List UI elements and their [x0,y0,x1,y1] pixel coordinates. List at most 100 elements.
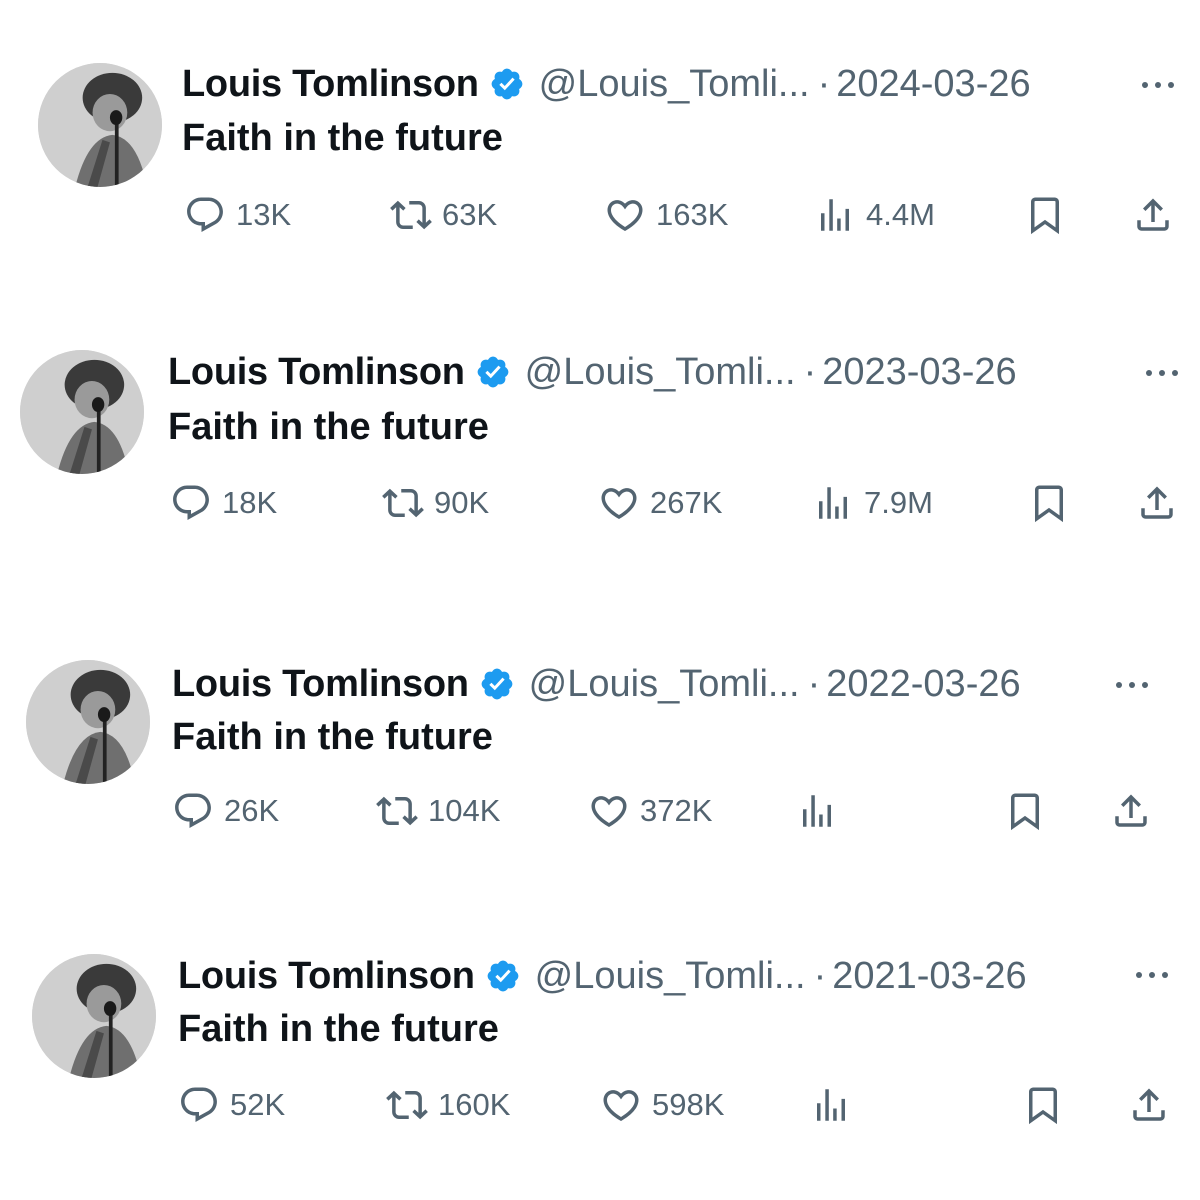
views-count: 7.9M [864,485,933,520]
tweet-text: Faith in the future [178,1008,499,1050]
tweet-text: Faith in the future [172,716,493,758]
more-options-icon[interactable] [1144,366,1184,380]
share-icon [1115,794,1147,827]
author-name[interactable]: Louis Tomlinson [178,955,475,998]
share-button[interactable] [1110,786,1152,836]
separator: · [817,62,831,105]
tweet-date[interactable]: 2023-03-26 [822,351,1016,394]
reply-button[interactable]: 26K [172,786,279,836]
reply-button[interactable]: 13K [184,190,291,240]
author-name[interactable]: Louis Tomlinson [172,663,469,706]
verified-badge-icon [491,68,523,100]
repost-count: 160K [438,1087,511,1122]
views-icon [819,487,847,519]
bookmark-icon [1035,485,1063,523]
like-count: 372K [640,793,713,828]
separator: · [807,662,821,705]
action-bar: 26K 104K 372K [0,786,1200,836]
tweet[interactable]: Louis Tomlinson @Louis_Tomli... · 2021-0… [0,890,1200,1180]
repost-count: 63K [442,197,498,232]
share-button[interactable] [1128,1080,1170,1130]
avatar[interactable] [32,954,156,1078]
more-options-icon[interactable] [1114,678,1154,692]
reply-icon [173,485,209,520]
share-icon [1133,1088,1165,1121]
repost-count: 90K [434,485,490,520]
verified-badge-icon [487,960,519,992]
verified-badge-icon [477,356,509,388]
repost-button[interactable]: 104K [376,786,500,836]
tweet-text: Faith in the future [168,406,489,448]
author-name[interactable]: Louis Tomlinson [182,63,479,106]
repost-icon [386,1090,428,1120]
reply-button[interactable]: 18K [170,478,277,528]
reply-button[interactable]: 52K [178,1080,285,1130]
tweet-text: Faith in the future [182,117,503,159]
reply-icon [187,197,223,232]
action-bar: 52K 160K 598K [0,1080,1200,1130]
share-icon [1137,198,1169,231]
action-bar: 18K 90K 267K 7.9M [0,478,1200,528]
like-button[interactable]: 598K [600,1080,724,1130]
reply-icon [175,793,211,828]
repost-icon [390,200,432,230]
reply-count: 18K [222,485,278,520]
repost-button[interactable]: 90K [382,478,489,528]
tweet[interactable]: Louis Tomlinson @Louis_Tomli... · 2022-0… [0,600,1200,890]
tweet[interactable]: Louis Tomlinson @Louis_Tomli... · 2023-0… [0,290,1200,580]
share-button[interactable] [1136,478,1178,528]
tweet-date[interactable]: 2022-03-26 [826,663,1020,706]
avatar[interactable] [26,660,150,784]
like-count: 163K [656,197,729,232]
views-icon [817,1089,845,1121]
bookmark-icon [1029,1087,1057,1125]
author-name[interactable]: Louis Tomlinson [168,351,465,394]
repost-icon [382,488,424,518]
avatar[interactable] [20,350,144,474]
author-handle[interactable]: @Louis_Tomli... [529,663,800,706]
like-button[interactable]: 163K [604,190,728,240]
repost-count: 104K [428,793,501,828]
views-icon [821,199,849,231]
like-count: 598K [652,1087,725,1122]
reply-count: 26K [224,793,280,828]
avatar[interactable] [38,63,162,187]
views-button[interactable] [810,1080,862,1130]
like-button[interactable]: 372K [588,786,712,836]
bookmark-button[interactable] [1022,1080,1064,1130]
reply-count: 13K [236,197,292,232]
tweet-date[interactable]: 2024-03-26 [836,63,1030,106]
bookmark-icon [1011,793,1039,831]
views-button[interactable]: 7.9M [812,478,933,528]
bookmark-button[interactable] [1024,190,1066,240]
more-options-icon[interactable] [1134,968,1174,982]
author-handle[interactable]: @Louis_Tomli... [535,955,806,998]
author-handle[interactable]: @Louis_Tomli... [525,351,796,394]
more-options-icon[interactable] [1140,78,1180,92]
views-count: 4.4M [866,197,935,232]
views-icon [803,795,831,827]
like-icon [603,1090,639,1122]
repost-button[interactable]: 160K [386,1080,510,1130]
views-button[interactable]: 4.4M [814,190,935,240]
reply-icon [181,1087,217,1122]
bookmark-button[interactable] [1004,786,1046,836]
bookmark-icon [1031,197,1059,235]
share-icon [1141,486,1173,519]
repost-button[interactable]: 63K [390,190,497,240]
like-icon [591,796,627,828]
verified-badge-icon [481,668,513,700]
like-button[interactable]: 267K [598,478,722,528]
reply-count: 52K [230,1087,286,1122]
separator: · [813,954,827,997]
action-bar: 13K 63K 163K 4.4M [0,190,1200,240]
views-button[interactable] [796,786,848,836]
like-count: 267K [650,485,723,520]
bookmark-button[interactable] [1028,478,1070,528]
tweet-date[interactable]: 2021-03-26 [832,955,1026,998]
like-icon [607,200,643,232]
author-handle[interactable]: @Louis_Tomli... [539,63,810,106]
like-icon [601,488,637,520]
share-button[interactable] [1132,190,1174,240]
tweet[interactable]: Louis Tomlinson @Louis_Tomli... · 2024-0… [0,0,1200,290]
